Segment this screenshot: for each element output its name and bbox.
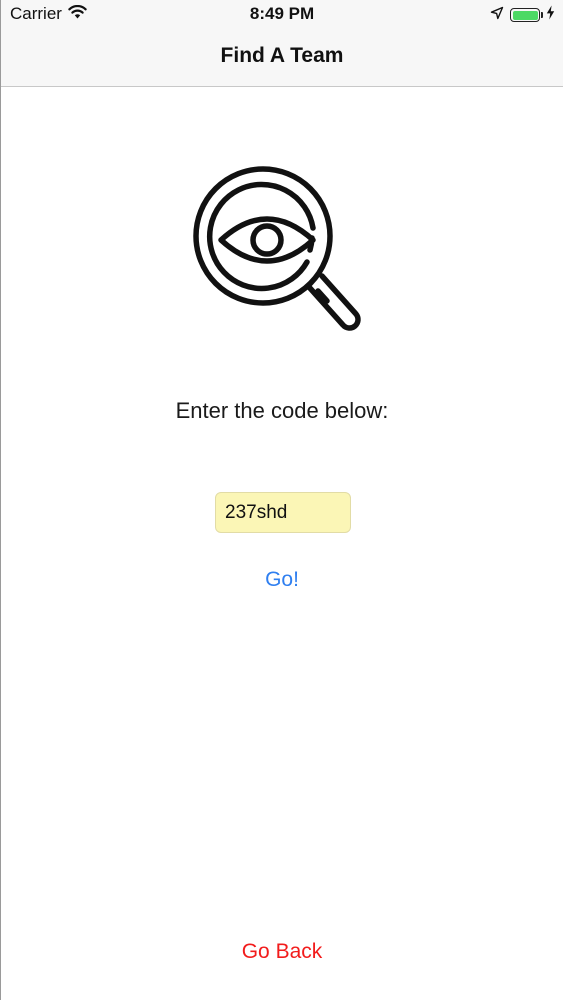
go-back-button[interactable]: Go Back (222, 940, 342, 964)
page-title: Find A Team (220, 44, 344, 67)
navigation-bar: Find A Team (1, 28, 563, 87)
find-team-screen: Carrier 8:49 PM Find A Team Enter the co… (0, 0, 563, 1000)
code-prompt: Enter the code below: (175, 398, 389, 423)
battery-icon (510, 8, 543, 22)
battery-fill (512, 10, 538, 20)
status-right (490, 5, 555, 25)
magnifier-eye-icon (191, 164, 375, 348)
status-time: 8:49 PM (249, 4, 315, 23)
location-arrow-icon (490, 6, 504, 25)
team-code-input[interactable] (215, 492, 351, 533)
status-bar: Carrier 8:49 PM (1, 0, 563, 28)
charging-bolt-icon (546, 5, 555, 25)
go-button[interactable]: Go! (242, 568, 322, 592)
